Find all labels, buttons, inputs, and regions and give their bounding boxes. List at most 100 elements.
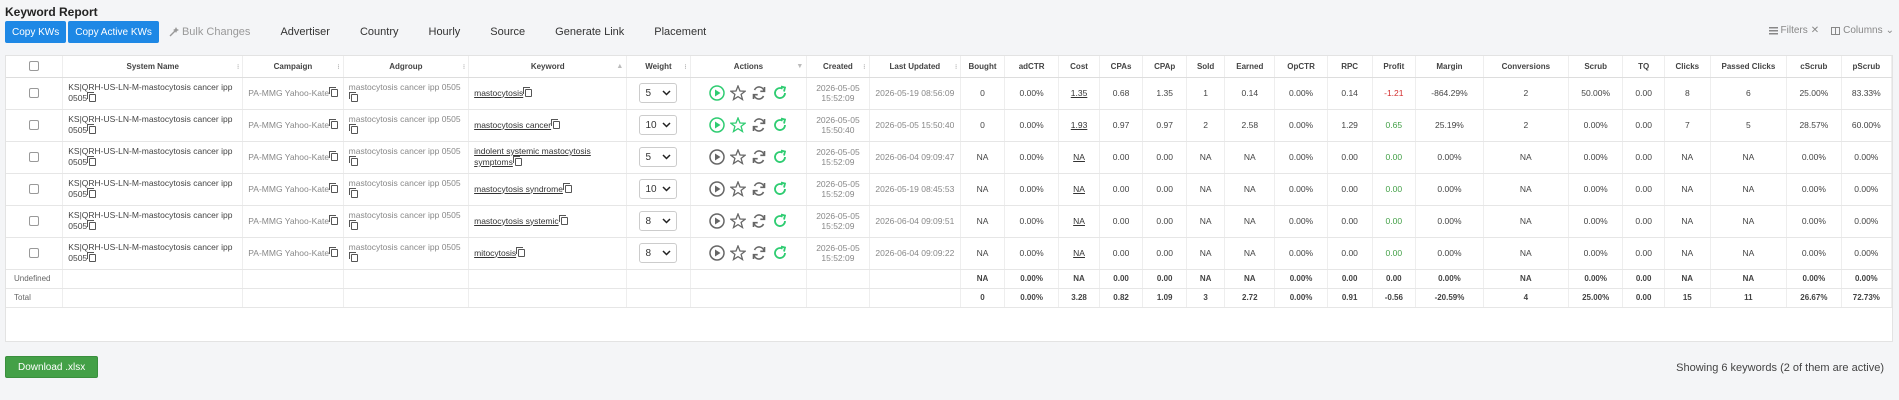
copy-icon[interactable] (329, 246, 339, 257)
copy-icon[interactable] (348, 220, 358, 230)
copy-icon[interactable] (562, 182, 572, 193)
header-pscrub[interactable]: pScrub (1841, 56, 1893, 78)
cost-cell-value[interactable]: NA (1073, 248, 1085, 258)
header-adgroup[interactable]: Adgroup ⁝ (343, 56, 470, 78)
sync-icon[interactable] (751, 245, 767, 261)
header-created[interactable]: Created ⁝ (806, 56, 870, 78)
refresh-icon[interactable] (772, 149, 788, 165)
clear-filters-icon[interactable]: ✕ (1811, 25, 1819, 36)
sync-icon[interactable] (751, 213, 767, 229)
select-all-checkbox[interactable] (29, 61, 40, 72)
filters-button[interactable]: Filters ✕ (1768, 25, 1819, 36)
header-profit[interactable]: Profit (1372, 56, 1417, 78)
star-icon[interactable] (728, 116, 747, 133)
header-clicks[interactable]: Clicks (1664, 56, 1711, 78)
refresh-icon[interactable] (772, 245, 788, 261)
row-checkbox[interactable] (29, 216, 40, 227)
row-checkbox[interactable] (29, 120, 40, 131)
copy-icon[interactable] (87, 188, 97, 198)
header-adctr[interactable]: adCTR (1004, 56, 1060, 78)
header-last-updated[interactable]: Last Updated ⁝ (869, 56, 962, 78)
copy-icon[interactable] (348, 92, 358, 102)
sync-icon[interactable] (751, 181, 767, 197)
copy-icon[interactable] (348, 156, 358, 166)
row-checkbox[interactable] (29, 152, 40, 163)
copy-icon[interactable] (516, 246, 526, 257)
play-icon[interactable] (709, 85, 725, 101)
header-margin[interactable]: Margin (1415, 56, 1484, 78)
copy-icon[interactable] (87, 124, 97, 134)
tab-hourly[interactable]: Hourly (429, 26, 461, 38)
keyword-link[interactable]: mastocytosis syndrome (474, 184, 563, 194)
weight-select[interactable]: 8 (639, 211, 678, 231)
header-conversions[interactable]: Conversions (1483, 56, 1569, 78)
copy-icon[interactable] (512, 156, 522, 166)
weight-select[interactable]: 5 (639, 83, 678, 103)
header-campaign[interactable]: Campaign ⁝ (242, 56, 344, 78)
star-icon[interactable] (728, 84, 747, 101)
header-weight[interactable]: Weight ⁝ (626, 56, 691, 78)
tab-placement[interactable]: Placement (654, 26, 706, 38)
copy-icon[interactable] (329, 150, 339, 161)
header-select-all[interactable] (6, 56, 64, 78)
play-icon[interactable] (709, 117, 725, 133)
weight-select[interactable]: 8 (639, 243, 678, 263)
refresh-icon[interactable] (772, 117, 788, 133)
keyword-link[interactable]: mastocytosis (474, 88, 523, 98)
copy-icon[interactable] (348, 124, 358, 134)
keyword-link[interactable]: indolent systemic mastocytosis symptoms (474, 146, 591, 167)
keyword-link[interactable]: mastocytosis cancer (474, 120, 551, 130)
weight-select[interactable]: 10 (639, 115, 678, 135)
copy-icon[interactable] (87, 252, 97, 262)
weight-select[interactable]: 5 (639, 147, 678, 167)
copy-icon[interactable] (551, 118, 561, 129)
refresh-icon[interactable] (772, 85, 788, 101)
columns-button[interactable]: Columns ⌄ (1831, 25, 1894, 36)
keyword-link[interactable]: mitocytosis (474, 248, 516, 258)
row-checkbox[interactable] (29, 88, 40, 99)
weight-select[interactable]: 10 (639, 179, 678, 199)
copy-icon[interactable] (348, 252, 358, 262)
refresh-icon[interactable] (772, 181, 788, 197)
tab-generate-link[interactable]: Generate Link (555, 26, 624, 38)
row-checkbox[interactable] (29, 248, 40, 259)
play-icon[interactable] (709, 245, 725, 261)
refresh-icon[interactable] (772, 213, 788, 229)
row-checkbox[interactable] (29, 184, 40, 195)
download-xlsx-button[interactable]: Download .xlsx (5, 356, 99, 378)
tab-advertiser[interactable]: Advertiser (280, 26, 330, 38)
cost-cell-value[interactable]: NA (1073, 184, 1085, 194)
header-bought[interactable]: Bought (960, 56, 1005, 78)
copy-active-kws-button[interactable]: Copy Active KWs (68, 21, 159, 43)
copy-kws-button[interactable]: Copy KWs (5, 21, 67, 43)
header-cscrub[interactable]: cScrub (1786, 56, 1842, 78)
copy-icon[interactable] (87, 92, 97, 102)
copy-icon[interactable] (329, 214, 339, 225)
star-icon[interactable] (728, 244, 747, 261)
star-icon[interactable] (728, 212, 747, 229)
play-icon[interactable] (709, 181, 725, 197)
header-sold[interactable]: Sold (1186, 56, 1226, 78)
star-icon[interactable] (728, 180, 747, 197)
header-cpas[interactable]: CPAs (1099, 56, 1144, 78)
cost-cell-value[interactable]: NA (1073, 152, 1085, 162)
header-earned[interactable]: Earned (1224, 56, 1276, 78)
header-scrub[interactable]: Scrub (1568, 56, 1624, 78)
copy-icon[interactable] (329, 86, 339, 97)
sync-icon[interactable] (751, 149, 767, 165)
header-opctr[interactable]: OpCTR (1274, 56, 1328, 78)
copy-icon[interactable] (87, 220, 97, 230)
copy-icon[interactable] (329, 182, 339, 193)
cost-cell-value[interactable]: NA (1073, 216, 1085, 226)
cost-cell-value[interactable]: 1.93 (1071, 120, 1088, 130)
copy-icon[interactable] (87, 156, 97, 166)
bulk-changes-button[interactable]: Bulk Changes (169, 26, 250, 38)
header-keyword[interactable]: Keyword ▲ (468, 56, 628, 78)
copy-icon[interactable] (558, 214, 568, 225)
keyword-link[interactable]: mastocytosis systemic (474, 216, 559, 226)
play-icon[interactable] (709, 213, 725, 229)
sync-icon[interactable] (751, 85, 767, 101)
header-tq[interactable]: TQ (1622, 56, 1665, 78)
copy-icon[interactable] (348, 188, 358, 198)
header-actions[interactable]: Actions ▼ (690, 56, 808, 78)
